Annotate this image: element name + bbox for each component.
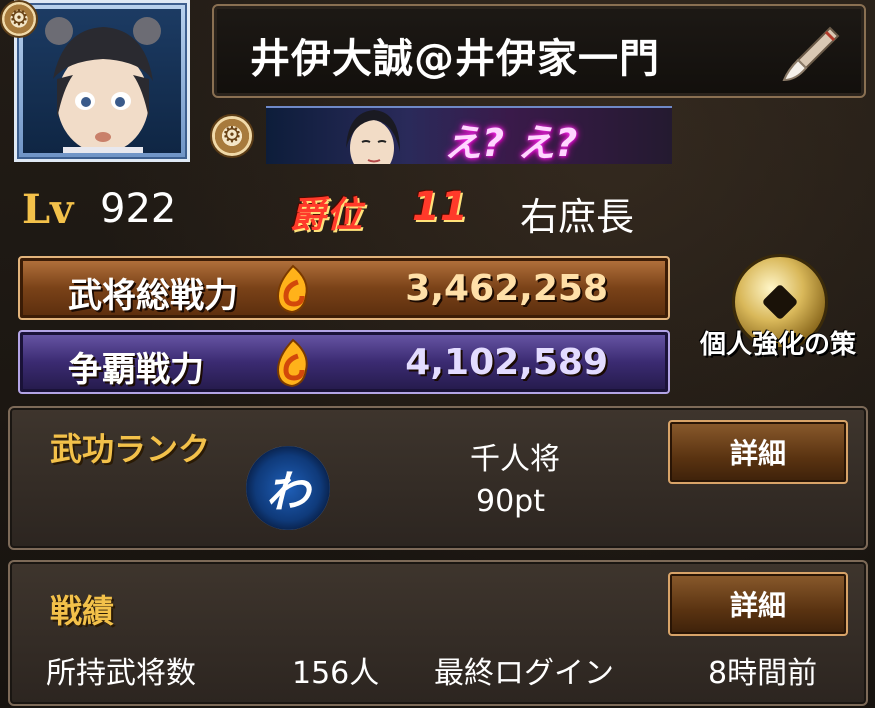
avatar-face-illustration [45, 17, 161, 153]
banner-settings-gear-icon[interactable]: ⚙ [210, 114, 254, 158]
rank-value: 11 [412, 184, 468, 230]
merit-rank-title: 武功ランク [50, 430, 211, 468]
general-power-label: 武将総戦力 [68, 276, 238, 316]
owned-generals-value: 156人 [292, 656, 380, 691]
edit-name-brush-icon[interactable] [782, 24, 842, 84]
general-power-value: 3,462,258 [405, 268, 608, 309]
battle-record-title: 戦績 [50, 592, 115, 630]
profile-banner[interactable]: え? え? [266, 106, 672, 164]
player-name-box[interactable]: 井伊大誠@井伊家一門 [212, 4, 866, 98]
merit-rank-name: 千人将 [470, 442, 560, 477]
last-login-label: 最終ログイン [434, 656, 614, 691]
hegemony-power-bar: 争覇戦力 4,102,589 [18, 330, 670, 394]
merit-detail-button[interactable]: 詳細 [668, 420, 848, 484]
flame-icon [276, 338, 308, 388]
hegemony-power-label: 争覇戦力 [68, 350, 204, 390]
flame-icon [276, 264, 308, 314]
general-power-bar: 武将総戦力 3,462,258 [18, 256, 670, 320]
nobility-title: 右庶長 [520, 195, 635, 239]
banner-caption: え? え? [444, 121, 578, 164]
record-detail-button[interactable]: 詳細 [668, 572, 848, 636]
merit-rank-points: 90pt [476, 484, 545, 519]
avatar-settings-gear-icon[interactable]: ⚙ [0, 0, 38, 38]
hegemony-power-value: 4,102,589 [405, 342, 608, 383]
rank-label: 爵位 [290, 195, 363, 236]
avatar-portrait [23, 9, 181, 153]
last-login-value: 8時間前 [708, 656, 818, 691]
player-avatar[interactable] [14, 0, 190, 162]
strengthen-button-label[interactable]: 個人強化の策 [700, 324, 856, 361]
merit-rank-emblem-icon: わ [246, 446, 330, 530]
owned-generals-label: 所持武将数 [46, 656, 196, 691]
level-value: 922 [100, 186, 177, 232]
player-name: 井伊大誠@井伊家一門 [250, 36, 660, 82]
banner-character-illustration [346, 110, 400, 164]
level-label: Lv [22, 186, 74, 233]
